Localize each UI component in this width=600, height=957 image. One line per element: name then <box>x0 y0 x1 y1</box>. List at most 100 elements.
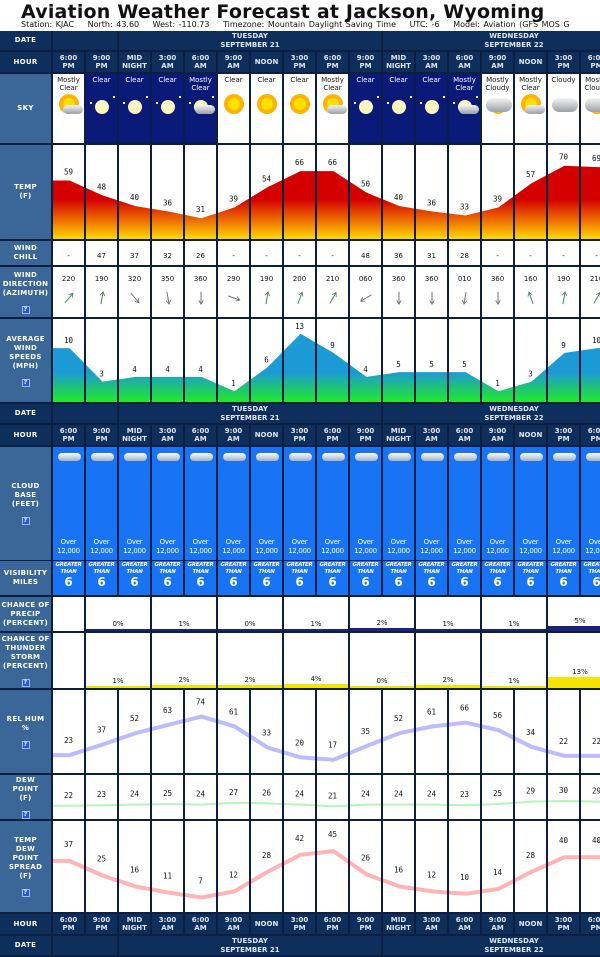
temp-value: 69 <box>592 154 600 163</box>
precip-cell <box>53 597 86 633</box>
wind-speed-label-line: (MPH) <box>12 361 39 370</box>
spread-value: 42 <box>295 834 304 843</box>
hour-text: 3:00 <box>158 916 177 924</box>
cloud-base-value: Over12,000 <box>152 538 183 556</box>
visibility-value: 6 <box>229 575 238 589</box>
column-divider <box>381 145 383 239</box>
wind-direction-cell: 360 <box>383 267 416 319</box>
visibility-qualifier: GREATER <box>88 562 115 568</box>
spread-value: 16 <box>394 865 404 874</box>
visibility-cell: GREATERTHAN6 <box>548 561 581 597</box>
star-icon <box>212 96 214 98</box>
wind-speed-value: 4 <box>363 365 368 374</box>
thunder-cell: 2% <box>416 633 482 690</box>
wind-direction-row: WIND DIRECTION (AZIMUTH)? 220 190 320 350 360 29… <box>0 267 600 319</box>
rel-hum-help-icon[interactable]: ? <box>21 740 30 749</box>
hour-cell: 3:00 AM <box>152 425 185 447</box>
precip-bar <box>284 629 348 631</box>
cloud-base-value: Over12,000 <box>218 538 249 556</box>
hour-text: AM <box>425 924 438 932</box>
hour-text: NOON <box>518 431 543 439</box>
hour-cell: MID NIGHT <box>119 914 152 936</box>
column-divider <box>216 145 218 239</box>
sky-cell: MostlyCloudy <box>482 74 515 145</box>
column-divider <box>84 319 86 402</box>
precip-label-line: CHANCE OF <box>1 600 50 609</box>
cloud-base-value: Over12,000 <box>482 538 513 556</box>
precip-cell: 5% <box>548 597 600 633</box>
sky-condition: Clear <box>455 84 474 92</box>
rel-hum-value: 61 <box>427 707 436 716</box>
column-divider <box>84 145 86 239</box>
spread-value: 16 <box>130 865 140 874</box>
hour-cell: 3:00 AM <box>152 52 185 74</box>
thunder-help-icon[interactable]: ? <box>21 678 30 687</box>
cloud-base-text: 12,000 <box>519 547 542 555</box>
hour-text: 6:00 <box>191 54 210 62</box>
visibility-value: 6 <box>427 575 436 589</box>
wind-azimuth: 360 <box>391 275 406 283</box>
temp-value: 39 <box>493 194 502 203</box>
visibility-cell: GREATERTHAN6 <box>482 561 515 597</box>
temp-value: 59 <box>64 168 73 177</box>
sky-row: SKY Mostly Clear Clear Clear Clear Mostly Cl… <box>0 74 600 145</box>
dew-point-help-icon[interactable]: ? <box>21 810 30 819</box>
sky-condition: Clear <box>158 76 177 84</box>
wind-arrow-icon <box>593 291 600 304</box>
cloud-base-help-icon[interactable]: ? <box>21 517 30 525</box>
hour-text: PM <box>557 435 570 443</box>
wind-direction-help-icon[interactable]: ? <box>21 305 30 314</box>
column-divider <box>381 775 383 819</box>
hour-cell: 6:00PM <box>317 425 350 447</box>
date-cell <box>53 404 119 425</box>
column-divider <box>315 690 317 773</box>
dew-point-line <box>53 799 600 808</box>
thunder-bar <box>218 685 282 688</box>
hour-text: 3:00 <box>290 427 309 435</box>
cloud-base-text: Over <box>126 538 143 546</box>
hour-text: PM <box>62 924 75 932</box>
wind-direction-cell: 190 <box>548 267 581 319</box>
cloud-base-cell: Over12,000 <box>251 447 284 562</box>
thunder-cell: 0% <box>350 633 416 690</box>
column-divider <box>216 775 218 819</box>
thunder-row: CHANCE OF THUNDER STORM (PERCENT)? 1% 2% 2% 4% 0… <box>0 633 600 690</box>
wind-speed-label-line: AVERAGE <box>6 334 45 343</box>
wind-chill-label-line: WIND <box>13 244 38 252</box>
sky-condition: Mostly <box>453 76 476 84</box>
sky-condition: Mostly <box>189 76 212 84</box>
spread-label-line: SPREAD <box>8 863 43 871</box>
sky-cell: Clear <box>119 74 152 145</box>
hour-cell: NOON <box>251 425 284 447</box>
column-divider <box>249 775 251 819</box>
cloud-icon <box>91 453 114 461</box>
date-cell <box>53 936 119 957</box>
hour-text: PM <box>95 435 108 443</box>
day-name: TUESDAY <box>232 31 268 40</box>
wind-direction-label-line: DIRECTION <box>2 279 49 288</box>
cloud-base-label-line: (FEET) <box>11 500 40 508</box>
visibility-value: 6 <box>559 575 568 589</box>
sky-cell: Clear <box>86 74 119 145</box>
hour-text: 3:00 <box>422 54 441 62</box>
hour-text: AM <box>194 924 207 932</box>
precip-label: CHANCE OF PRECIP (PERCENT) <box>0 597 53 633</box>
spread-value: 7 <box>198 876 203 885</box>
thunder-value: 2% <box>442 676 454 684</box>
temp-value: 31 <box>196 205 205 214</box>
temp-row: TEMP (F) 59 48 40 36 31 39 54 66 66 50 40 36 33 39 57 70 6… <box>0 145 600 241</box>
hour-text: NOON <box>254 920 279 928</box>
sky-condition <box>251 84 282 92</box>
spread-help-icon[interactable]: ? <box>21 889 30 897</box>
cloud-base-cell: Over12,000 <box>317 447 350 562</box>
visibility-value: 6 <box>328 575 337 589</box>
hour-text: NIGHT <box>122 435 147 443</box>
sky-condition: Clear <box>191 84 210 92</box>
hour-text: AM <box>458 435 471 443</box>
sky-cell: Mostly Clear <box>185 74 218 145</box>
wind-chill-label: WIND CHILL <box>0 241 53 267</box>
wind-speed-help-icon[interactable]: ? <box>21 378 30 387</box>
cloud-base-text: Over <box>390 538 407 546</box>
thunder-label-line: (PERCENT) <box>3 661 48 670</box>
cloud-icon <box>459 105 479 114</box>
